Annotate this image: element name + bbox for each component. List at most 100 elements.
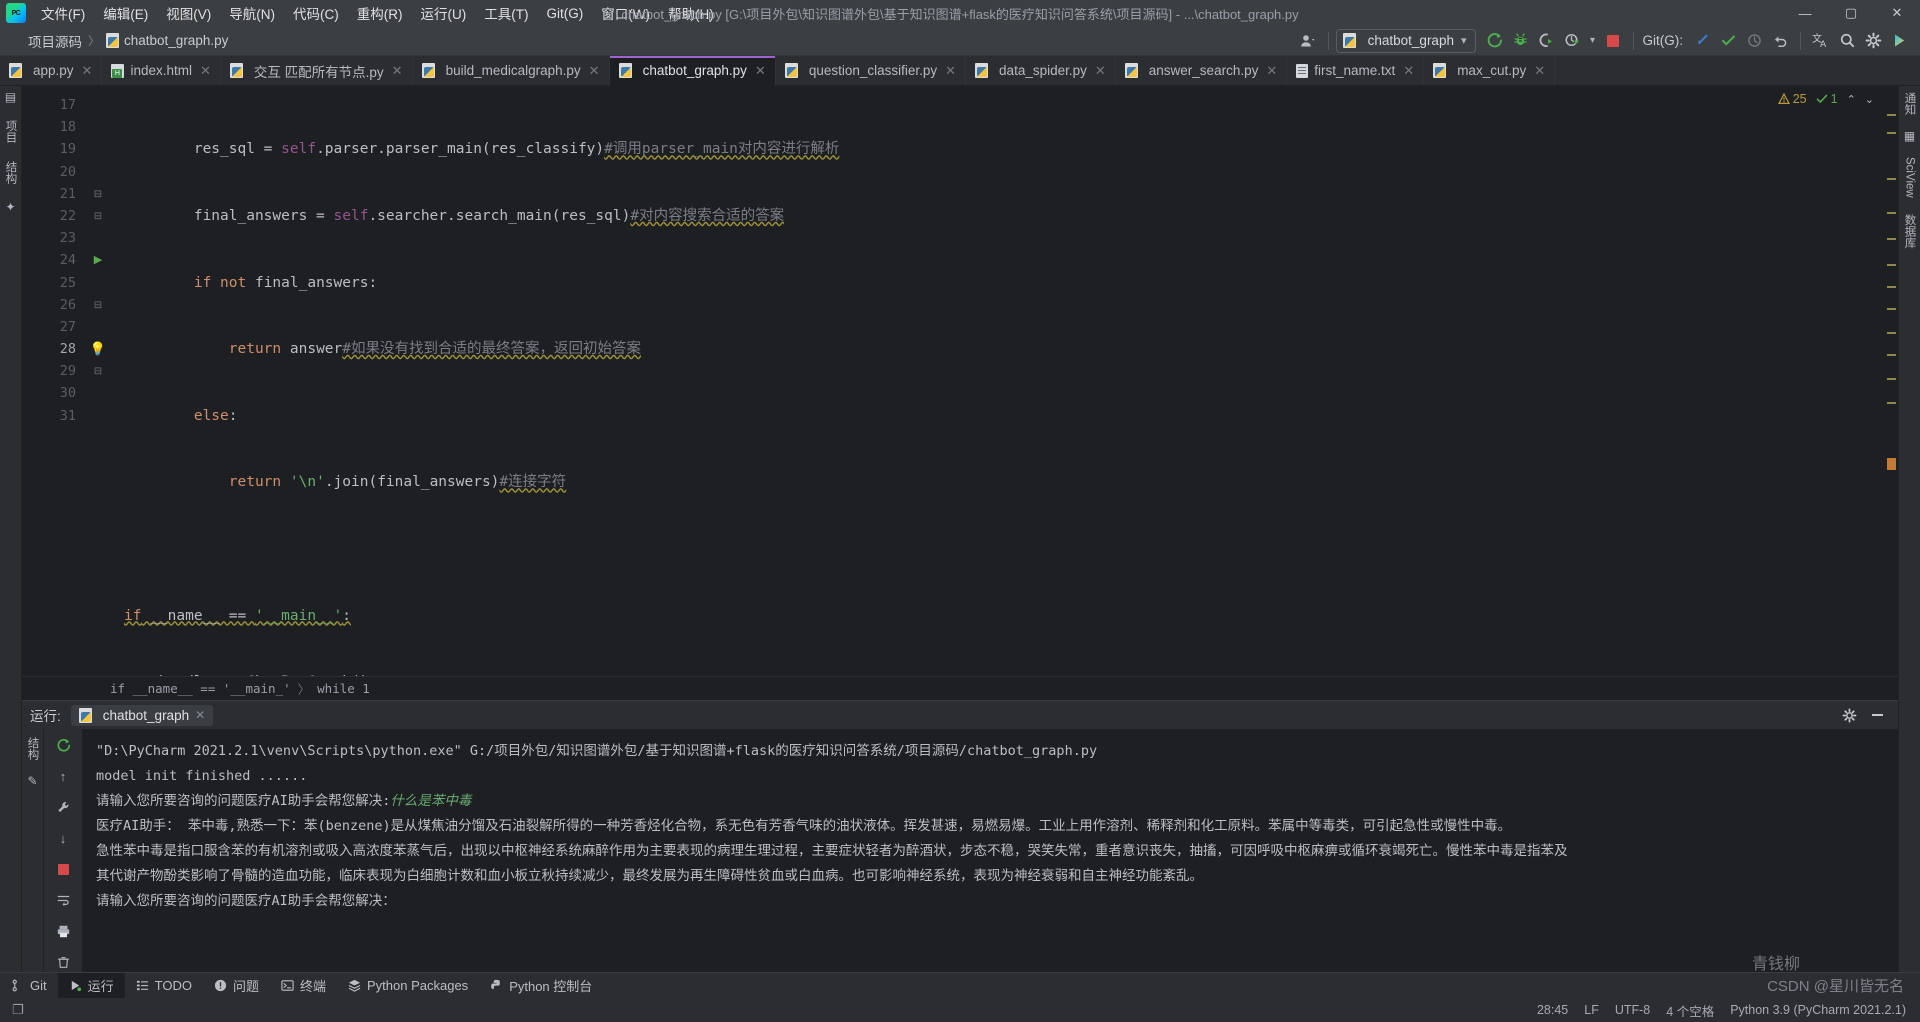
run-configuration-selector[interactable]: chatbot_graph ▾ xyxy=(1336,29,1476,53)
editor-tab-build-medicalgraph-py[interactable]: build_medicalgraph.py ✕ xyxy=(413,56,610,85)
menu-refactor[interactable]: 重构(R) xyxy=(348,0,412,26)
intention-bulb-icon[interactable]: 💡 xyxy=(82,338,114,360)
sidebar-item-notifications[interactable]: 通知 xyxy=(1902,90,1918,117)
editor-tab-answer-search-py[interactable]: answer_search.py ✕ xyxy=(1116,56,1287,85)
project-tool-icon[interactable]: ▤ xyxy=(5,90,16,104)
close-icon[interactable]: ✕ xyxy=(1095,63,1106,79)
close-icon[interactable]: ✕ xyxy=(1534,63,1545,79)
inspection-ok[interactable]: 1 xyxy=(1816,92,1838,106)
git-rollback-icon[interactable] xyxy=(1767,29,1793,53)
close-icon[interactable]: ✕ xyxy=(392,63,403,79)
git-update-icon[interactable] xyxy=(1689,29,1715,53)
menu-file[interactable]: 文件(F) xyxy=(32,0,94,26)
print-icon[interactable] xyxy=(52,921,74,941)
editor-tab-data-spider-py[interactable]: data_spider.py ✕ xyxy=(966,56,1116,85)
bottom-tool-git[interactable]: Git xyxy=(0,973,58,998)
fold-marker[interactable]: ⊟ xyxy=(82,294,114,316)
code-editor[interactable]: 25 1 ⌃ ⌄ 17 18 19 20 21 22 23 xyxy=(22,86,1898,676)
debug-icon[interactable] xyxy=(1508,29,1534,53)
menu-navigate[interactable]: 导航(N) xyxy=(220,0,284,26)
sidebar-item-database[interactable]: 数据库 xyxy=(1902,212,1918,251)
minimize-button[interactable]: — xyxy=(1782,0,1828,26)
close-icon[interactable]: ✕ xyxy=(589,63,600,79)
soft-wrap-icon[interactable] xyxy=(52,890,74,910)
inspection-prev-icon[interactable]: ⌃ xyxy=(1847,93,1856,106)
editor-tab-max-cut-py[interactable]: max_cut.py ✕ xyxy=(1424,56,1555,85)
commit-icon[interactable]: ✎ xyxy=(27,774,37,788)
close-icon[interactable]: ✕ xyxy=(755,63,766,79)
bottom-tool-run[interactable]: 运行 xyxy=(58,973,125,998)
close-icon[interactable]: ✕ xyxy=(82,63,93,79)
editor-tab-index-html[interactable]: index.html ✕ xyxy=(102,56,220,85)
console-output[interactable]: "D:\PyCharm 2021.2.1\venv\Scripts\python… xyxy=(82,729,1898,972)
minimize-icon[interactable] xyxy=(1864,703,1890,727)
code-content[interactable]: res_sql = self.parser.parser_main(res_cl… xyxy=(114,86,1884,676)
plugin-icon[interactable] xyxy=(1886,29,1912,53)
profile-dropdown-icon[interactable]: ▾ xyxy=(1586,29,1600,53)
file-encoding[interactable]: UTF-8 xyxy=(1615,1003,1650,1017)
close-icon[interactable]: ✕ xyxy=(1266,63,1277,79)
fold-marker[interactable]: ⊟ xyxy=(82,205,114,227)
scroll-down-icon[interactable]: ↓ xyxy=(52,828,74,848)
run-config-tab[interactable]: chatbot_graph ✕ xyxy=(71,705,213,726)
close-icon[interactable]: ✕ xyxy=(945,63,956,79)
caret-position[interactable]: 28:45 xyxy=(1537,1003,1568,1017)
bottom-tool-python-packages[interactable]: Python Packages xyxy=(337,973,479,998)
editor-marker-bar[interactable] xyxy=(1884,86,1898,676)
run-gutter-arrow[interactable]: ▶ xyxy=(82,249,114,271)
maximize-button[interactable]: ▢ xyxy=(1828,0,1874,26)
search-icon[interactable] xyxy=(1834,29,1860,53)
bookmark-icon[interactable]: ✦ xyxy=(5,200,15,214)
menu-window[interactable]: 窗口(W) xyxy=(592,0,659,26)
scroll-up-icon[interactable]: ↑ xyxy=(52,766,74,786)
bottom-tool-python-console[interactable]: Python 控制台 xyxy=(479,973,603,998)
bottom-tool-todo[interactable]: TODO xyxy=(125,973,203,998)
stop-icon[interactable] xyxy=(52,859,74,879)
close-icon[interactable]: ✕ xyxy=(200,63,211,79)
profile-icon[interactable] xyxy=(1560,29,1586,53)
rerun-icon[interactable] xyxy=(52,735,74,755)
bottom-tool-problems[interactable]: 问题 xyxy=(203,973,270,998)
indent-setting[interactable]: 4 个空格 xyxy=(1666,1001,1714,1020)
menu-git[interactable]: Git(G) xyxy=(538,3,593,24)
account-icon[interactable] xyxy=(1295,29,1321,53)
gear-icon[interactable] xyxy=(1836,703,1862,727)
bottom-tool-terminal[interactable]: 终端 xyxy=(270,973,337,998)
menu-code[interactable]: 代码(C) xyxy=(284,0,348,26)
editor-tab-app-py[interactable]: app.py ✕ xyxy=(0,56,102,85)
menu-tools[interactable]: 工具(T) xyxy=(475,0,537,26)
editor-tab-first-name-txt[interactable]: first_name.txt ✕ xyxy=(1287,56,1424,85)
sidebar-item-structure[interactable]: 结构 xyxy=(3,159,19,186)
menu-run[interactable]: 运行(U) xyxy=(412,0,476,26)
coverage-icon[interactable] xyxy=(1534,29,1560,53)
menu-edit[interactable]: 编辑(E) xyxy=(94,0,157,26)
close-icon[interactable]: ✕ xyxy=(195,708,205,722)
close-button[interactable]: ✕ xyxy=(1874,0,1920,26)
breadcrumb-scope-while[interactable]: while 1 xyxy=(317,681,370,696)
sidebar-item-project[interactable]: 项目 xyxy=(3,118,19,145)
breadcrumb-file[interactable]: chatbot_graph.py xyxy=(124,33,228,48)
python-interpreter[interactable]: Python 3.9 (PyCharm 2021.2.1) xyxy=(1730,1003,1906,1017)
sciview-icon[interactable]: ▦ xyxy=(1904,129,1915,143)
sidebar-item-structure-2[interactable]: 结构 xyxy=(25,735,41,762)
editor-tab-question-classifier-py[interactable]: question_classifier.py ✕ xyxy=(776,56,966,85)
breadcrumb-scope-main[interactable]: if __name__ == '__main_' xyxy=(110,681,291,696)
fold-marker[interactable]: ⊟ xyxy=(82,360,114,382)
editor-tab-chatbot-graph-py[interactable]: chatbot_graph.py ✕ xyxy=(610,56,776,85)
run-icon[interactable] xyxy=(1482,29,1508,53)
fold-marker[interactable]: ⊟ xyxy=(82,183,114,205)
editor-tab-jiaohu[interactable]: 交互 匹配所有节点.py ✕ xyxy=(221,56,413,85)
inspection-warnings[interactable]: 25 xyxy=(1778,92,1807,106)
menu-help[interactable]: 帮助(H) xyxy=(659,0,723,26)
translate-icon[interactable]: 文 A xyxy=(1808,29,1834,53)
stop-icon[interactable] xyxy=(1600,29,1626,53)
breadcrumb-root[interactable]: 项目源码 xyxy=(28,31,82,51)
close-icon[interactable]: ✕ xyxy=(1403,63,1414,79)
event-log-icon[interactable]: ❐ xyxy=(6,1002,24,1018)
sidebar-item-sciview[interactable]: SciView xyxy=(1904,155,1916,200)
trash-icon[interactable] xyxy=(52,952,74,972)
menu-view[interactable]: 视图(V) xyxy=(157,0,220,26)
git-history-icon[interactable] xyxy=(1741,29,1767,53)
inspection-next-icon[interactable]: ⌄ xyxy=(1865,93,1874,106)
gear-icon[interactable] xyxy=(1860,29,1886,53)
